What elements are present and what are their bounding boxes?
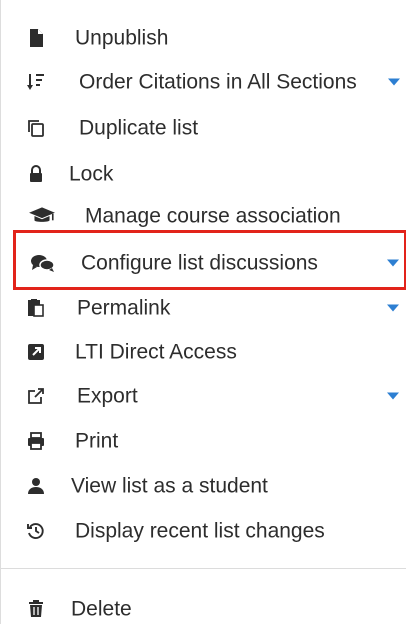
menu-item-order-citations[interactable]: Order Citations in All Sections bbox=[1, 62, 406, 102]
menu-item-export[interactable]: Export bbox=[1, 376, 406, 416]
menu-item-label: Lock bbox=[69, 162, 114, 186]
menu-item-delete[interactable]: Delete bbox=[1, 589, 406, 629]
menu-item-label: LTI Direct Access bbox=[75, 340, 237, 364]
user-icon bbox=[25, 475, 47, 497]
menu-item-permalink[interactable]: Permalink bbox=[1, 288, 406, 328]
menu-item-label: Print bbox=[75, 429, 119, 453]
lock-icon bbox=[25, 163, 47, 185]
graduation-cap-icon bbox=[27, 205, 57, 227]
menu-item-label: Permalink bbox=[77, 296, 171, 320]
menu-item-label: Order Citations in All Sections bbox=[79, 70, 357, 94]
export-icon bbox=[25, 385, 47, 407]
menu-item-lti-direct-access[interactable]: LTI Direct Access bbox=[1, 332, 406, 372]
menu-item-configure-list-discussions[interactable]: Configure list discussions bbox=[1, 243, 406, 283]
menu-item-label: Display recent list changes bbox=[75, 519, 325, 543]
menu-item-unpublish[interactable]: Unpublish bbox=[1, 18, 406, 58]
sort-icon bbox=[25, 71, 47, 93]
menu-item-label: Configure list discussions bbox=[81, 251, 318, 275]
menu-item-label: Unpublish bbox=[75, 26, 169, 50]
menu-item-manage-course-association[interactable]: Manage course association bbox=[1, 196, 406, 236]
menu-item-display-recent-changes[interactable]: Display recent list changes bbox=[1, 511, 406, 551]
file-icon bbox=[25, 27, 47, 49]
menu-item-label: Duplicate list bbox=[79, 116, 199, 140]
chevron-down-icon[interactable] bbox=[387, 392, 399, 400]
menu-divider bbox=[1, 568, 406, 569]
menu-item-label: View list as a student bbox=[71, 474, 268, 498]
print-icon bbox=[25, 430, 47, 452]
clipboard-icon bbox=[25, 297, 47, 319]
menu-item-lock[interactable]: Lock bbox=[1, 154, 406, 194]
list-actions-menu: Unpublish Order Citations in All Section… bbox=[0, 0, 406, 624]
menu-item-print[interactable]: Print bbox=[1, 421, 406, 461]
menu-item-label: Manage course association bbox=[85, 204, 341, 228]
history-icon bbox=[25, 520, 47, 542]
external-square-icon bbox=[25, 341, 47, 363]
menu-item-label: Delete bbox=[71, 597, 132, 621]
menu-item-view-as-student[interactable]: View list as a student bbox=[1, 466, 406, 506]
chevron-down-icon[interactable] bbox=[387, 259, 399, 267]
chevron-down-icon[interactable] bbox=[388, 78, 400, 86]
trash-icon bbox=[25, 598, 47, 620]
copy-icon bbox=[25, 117, 47, 139]
menu-item-duplicate-list[interactable]: Duplicate list bbox=[1, 108, 406, 148]
menu-item-label: Export bbox=[77, 384, 138, 408]
comments-icon bbox=[29, 252, 57, 274]
chevron-down-icon[interactable] bbox=[387, 304, 399, 312]
